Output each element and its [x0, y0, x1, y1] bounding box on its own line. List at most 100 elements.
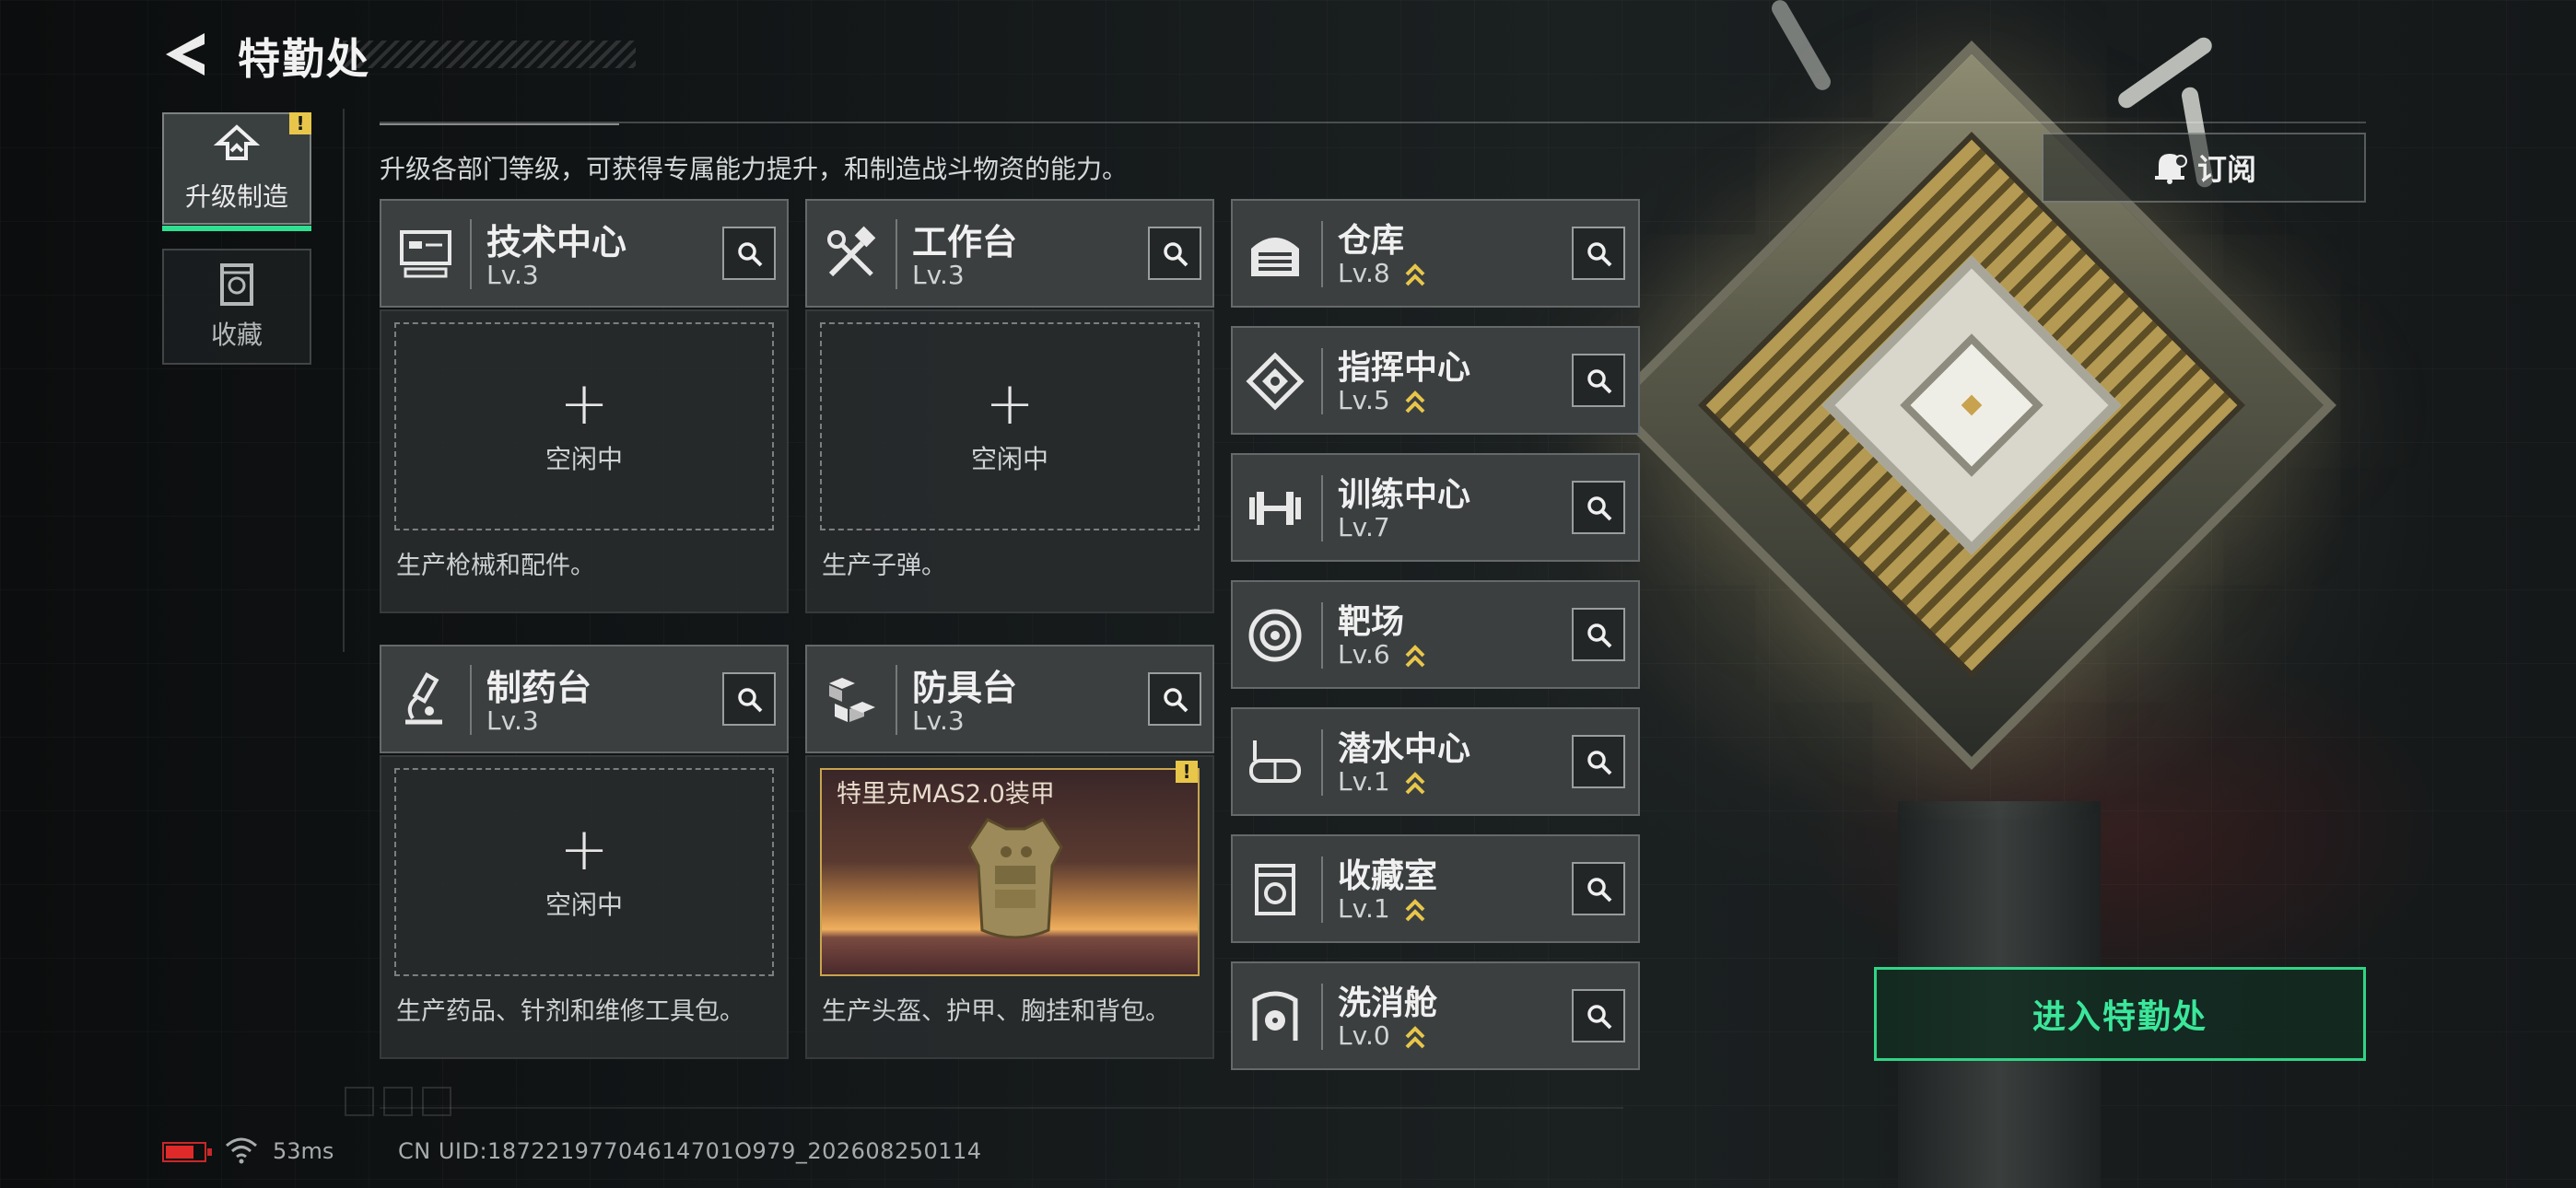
department-name: 训练中心 — [1338, 476, 1471, 514]
workshop-description: 生产头盔、护甲、胸挂和背包。 — [822, 997, 1170, 1026]
inspect-button[interactable] — [1148, 227, 1201, 280]
inspect-button[interactable] — [1572, 608, 1625, 661]
idle-slot[interactable]: + 空闲中 — [820, 322, 1200, 530]
workshop-body-pharmacy: + 空闲中 生产药品、针剂和维修工具包。 — [380, 755, 789, 1059]
department-shooting-range[interactable]: 靶场 Lv.6 — [1231, 580, 1640, 689]
upgrade-arrow-icon — [1405, 772, 1425, 795]
department-name: 仓库 — [1338, 222, 1405, 260]
upgrade-arrow-icon — [1405, 390, 1425, 413]
divider — [380, 1107, 1623, 1109]
idle-status: 空闲中 — [544, 890, 623, 920]
workshop-level: Lv.3 — [912, 260, 965, 290]
inspect-button[interactable] — [1572, 481, 1625, 534]
dumbbell-icon — [1249, 492, 1301, 525]
department-level: Lv.1 — [1338, 766, 1390, 797]
inspect-button[interactable] — [1572, 989, 1625, 1042]
department-warehouse[interactable]: 仓库 Lv.8 — [1231, 199, 1640, 308]
department-name: 靶场 — [1338, 603, 1405, 641]
idle-slot[interactable]: + 空闲中 — [394, 768, 774, 976]
search-icon — [1164, 688, 1188, 713]
inspect-button[interactable] — [1572, 735, 1625, 788]
inspect-button[interactable] — [1572, 354, 1625, 407]
title-decoration — [343, 41, 636, 68]
crafted-item-slot[interactable]: 特里克MAS2.0装甲 — [820, 768, 1200, 976]
body-armor-icon — [967, 818, 1063, 939]
upgrade-arrow-icon — [1405, 263, 1425, 286]
department-name: 潜水中心 — [1338, 730, 1471, 768]
workshop-body-workbench: + 空闲中 生产子弹。 — [805, 309, 1214, 613]
microscope-icon — [405, 672, 442, 725]
search-icon — [1164, 242, 1188, 267]
user-uid: CN UID:18722197704614701O979_20260825011… — [398, 1138, 982, 1164]
subscribe-button[interactable]: 订阅 — [2042, 133, 2366, 203]
department-level: Lv.7 — [1338, 512, 1390, 542]
search-icon — [738, 688, 763, 713]
department-level: Lv.8 — [1338, 258, 1390, 288]
tab-label: 升级制造 — [184, 181, 288, 212]
inspect-button[interactable] — [1572, 227, 1625, 280]
plus-icon: + — [559, 816, 609, 884]
subscribe-label: 订阅 — [2196, 152, 2256, 187]
enter-special-ops-button[interactable]: 进入特勤处 — [1874, 967, 2366, 1061]
department-command-center[interactable]: 指挥中心 Lv.5 — [1231, 326, 1640, 435]
ping-value: 53ms — [273, 1138, 334, 1164]
department-collection-room[interactable]: 收藏室 Lv.1 — [1231, 834, 1640, 943]
search-icon — [1587, 878, 1612, 903]
inspect-button[interactable] — [722, 227, 776, 280]
upgrade-arrow-icon — [1405, 899, 1425, 922]
command-icon — [1246, 352, 1305, 411]
search-icon — [1587, 751, 1612, 775]
computer-icon — [400, 230, 451, 278]
search-icon — [1587, 1005, 1612, 1030]
search-icon — [1587, 369, 1612, 394]
decontamination-icon — [1252, 991, 1298, 1041]
plus-icon: + — [559, 370, 609, 438]
department-decontamination[interactable]: 洗消舱 Lv.0 — [1231, 961, 1640, 1070]
diving-mask-icon — [1249, 740, 1301, 783]
department-level: Lv.5 — [1338, 385, 1390, 415]
enter-button-label: 进入特勤处 — [2032, 998, 2207, 1036]
tab-alert-badge: ! — [289, 112, 311, 134]
upgrade-icon — [213, 124, 261, 160]
tab-collection[interactable]: 收藏 — [162, 249, 311, 365]
wifi-icon — [226, 1137, 257, 1164]
workshop-description: 生产子弹。 — [822, 552, 946, 580]
inspect-button[interactable] — [1148, 672, 1201, 726]
active-tab-indicator — [162, 226, 311, 231]
search-icon — [1587, 623, 1612, 648]
inspect-button[interactable] — [1572, 862, 1625, 915]
workshop-header-tech-center: 技术中心 Lv.3 — [380, 199, 789, 308]
department-name: 洗消舱 — [1338, 984, 1438, 1022]
collection-room-icon — [1255, 864, 1295, 915]
workshop-level: Lv.3 — [486, 705, 539, 736]
crafted-item-name: 特里克MAS2.0装甲 — [837, 780, 1055, 809]
battery-indicator — [162, 1142, 212, 1162]
department-name: 收藏室 — [1338, 857, 1438, 895]
department-name: 指挥中心 — [1338, 349, 1471, 387]
idle-slot[interactable]: + 空闲中 — [394, 322, 774, 530]
department-diving-center[interactable]: 潜水中心 Lv.1 — [1231, 707, 1640, 816]
search-icon — [1587, 242, 1612, 267]
workshop-header-armor-bench: 防具台 Lv.3 — [805, 645, 1214, 753]
search-icon — [1587, 496, 1612, 521]
footer-decoration — [345, 1087, 451, 1116]
department-training-center[interactable]: 训练中心 Lv.7 — [1231, 453, 1640, 562]
inspect-button[interactable] — [722, 672, 776, 726]
workshop-level: Lv.3 — [486, 260, 539, 290]
crates-icon — [829, 678, 875, 722]
upgrade-arrow-icon — [1405, 645, 1425, 668]
collection-icon — [220, 263, 253, 306]
tools-icon — [827, 226, 876, 277]
back-arrow-icon — [166, 33, 205, 76]
workshop-name: 防具台 — [912, 668, 1018, 708]
plus-icon: + — [985, 370, 1035, 438]
idle-status: 空闲中 — [970, 444, 1048, 474]
divider — [343, 109, 345, 652]
target-icon — [1248, 609, 1302, 662]
upgrade-arrow-icon — [1405, 1026, 1425, 1049]
workshop-name: 制药台 — [486, 668, 592, 708]
search-icon — [738, 242, 763, 267]
back-button[interactable] — [164, 31, 206, 77]
workshop-body-armor-bench: 特里克MAS2.0装甲 生产头盔、护甲、胸挂和背包。 — [805, 755, 1214, 1059]
page-subtitle: 升级各部门等级，可获得专属能力提升，和制造战斗物资的能力。 — [380, 154, 1129, 184]
